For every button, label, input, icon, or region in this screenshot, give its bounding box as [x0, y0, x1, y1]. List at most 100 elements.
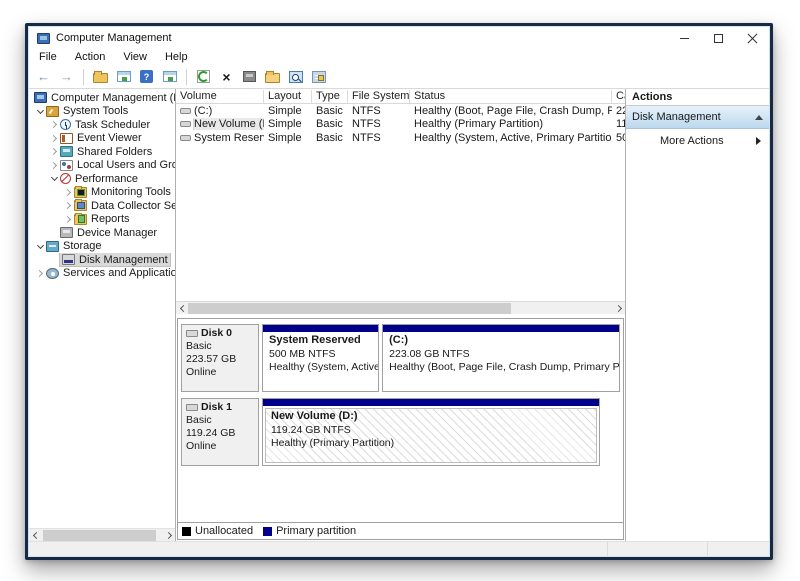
search-icon[interactable] — [287, 68, 304, 85]
tree-item-label: Performance — [75, 173, 138, 185]
partition-system-reserved[interactable]: System Reserved 500 MB NTFS Healthy (Sys… — [262, 324, 379, 392]
tree-item-label: Shared Folders — [77, 146, 152, 158]
title-bar[interactable]: Computer Management — [29, 27, 769, 49]
status-cell — [29, 542, 607, 556]
volume-status: Healthy (System, Active, Primary Partiti… — [410, 132, 612, 144]
tree-item-task-scheduler[interactable]: Task Scheduler — [29, 118, 175, 132]
legend-label: Unallocated — [195, 525, 253, 537]
tree-item-disk-management[interactable]: Disk Management — [29, 253, 175, 267]
volume-name: New Volume (D:) — [194, 118, 264, 130]
forward-icon[interactable]: → — [58, 68, 75, 85]
chevron-right-icon[interactable] — [62, 217, 74, 222]
local-users-groups-icon — [60, 160, 73, 171]
tree-item-device-manager[interactable]: Device Manager — [29, 226, 175, 240]
reports-folder-icon — [74, 214, 87, 225]
tree-item-data-collector-sets[interactable]: Data Collector Sets — [29, 199, 175, 213]
up-folder-icon[interactable] — [92, 68, 109, 85]
tree-item-computer-management[interactable]: Computer Management (Local — [29, 91, 175, 105]
chevron-down-icon[interactable] — [34, 108, 46, 115]
tree-item-storage[interactable]: Storage — [29, 240, 175, 254]
help-icon[interactable]: ? — [138, 68, 155, 85]
scroll-left-arrow[interactable] — [29, 529, 41, 542]
scroll-left-arrow[interactable] — [176, 302, 188, 315]
export-list-icon[interactable] — [310, 68, 327, 85]
column-header-layout[interactable]: Layout — [264, 90, 312, 103]
volume-layout: Simple — [264, 118, 312, 130]
scroll-right-arrow[interactable] — [613, 302, 625, 315]
toolbar-separator — [186, 69, 187, 85]
scroll-right-arrow[interactable] — [163, 529, 175, 542]
disk-0-row: Disk 0 Basic 223.57 GB Online System Res… — [181, 324, 620, 392]
back-icon[interactable]: ← — [35, 68, 52, 85]
disk-1-info[interactable]: Disk 1 Basic 119.24 GB Online — [181, 398, 259, 466]
minimize-button[interactable] — [667, 27, 701, 49]
disk-management-pane: Volume Layout Type File System Status Ca… — [176, 89, 626, 541]
app-icon — [37, 33, 50, 44]
volume-status: Healthy (Primary Partition) — [410, 118, 612, 130]
tree-item-label: Data Collector Sets — [91, 200, 175, 212]
chevron-right-icon[interactable] — [48, 122, 60, 127]
actions-disk-management-group[interactable]: Disk Management — [626, 106, 769, 129]
column-header-status[interactable]: Status — [410, 90, 612, 103]
volume-file-system: NTFS — [348, 105, 410, 117]
column-header-volume[interactable]: Volume — [176, 90, 264, 103]
tree-item-system-tools[interactable]: System Tools — [29, 105, 175, 119]
drive-icon — [180, 108, 191, 114]
tree-item-performance[interactable]: Performance — [29, 172, 175, 186]
column-header-capacity[interactable]: Ca — [612, 90, 625, 103]
chevron-right-icon[interactable] — [48, 136, 60, 141]
chevron-down-icon[interactable] — [34, 243, 46, 250]
tree-item-label: Reports — [91, 213, 130, 225]
volume-list-horizontal-scrollbar[interactable] — [176, 301, 625, 314]
tree-item-local-users-and-groups[interactable]: Local Users and Groups — [29, 159, 175, 173]
menu-help[interactable]: Help — [165, 51, 188, 63]
menu-file[interactable]: File — [39, 51, 57, 63]
disk-0-info[interactable]: Disk 0 Basic 223.57 GB Online — [181, 324, 259, 392]
volume-row-system-reserved[interactable]: System Reserved Simple Basic NTFS Health… — [176, 131, 625, 145]
volume-row-c[interactable]: (C:) Simple Basic NTFS Healthy (Boot, Pa… — [176, 104, 625, 118]
maximize-button[interactable] — [701, 27, 735, 49]
tree-horizontal-scrollbar[interactable] — [29, 528, 175, 541]
menu-view[interactable]: View — [123, 51, 147, 63]
open-folder-icon[interactable] — [264, 68, 281, 85]
scrollbar-thumb[interactable] — [43, 530, 155, 541]
delete-icon[interactable]: × — [218, 68, 235, 85]
chevron-right-icon[interactable] — [34, 271, 46, 276]
partition-c[interactable]: (C:) 223.08 GB NTFS Healthy (Boot, Page … — [382, 324, 620, 392]
tree-item-services-and-applications[interactable]: Services and Applications — [29, 267, 175, 281]
volume-list: Volume Layout Type File System Status Ca… — [176, 89, 625, 301]
column-header-file-system[interactable]: File System — [348, 90, 410, 103]
more-actions-item[interactable]: More Actions — [626, 129, 769, 152]
tree-item-event-viewer[interactable]: Event Viewer — [29, 132, 175, 146]
volume-row-d[interactable]: New Volume (D:) Simple Basic NTFS Health… — [176, 118, 625, 132]
tree-item-monitoring-tools[interactable]: Monitoring Tools — [29, 186, 175, 200]
console-window-icon[interactable] — [161, 68, 178, 85]
chevron-down-icon[interactable] — [48, 175, 60, 182]
chevron-right-icon[interactable] — [62, 190, 74, 195]
computer-icon — [34, 92, 47, 103]
scrollbar-thumb[interactable] — [188, 303, 511, 314]
disk-0-partitions: System Reserved 500 MB NTFS Healthy (Sys… — [262, 324, 620, 392]
tree-item-reports[interactable]: Reports — [29, 213, 175, 227]
scrollbar-track[interactable] — [188, 302, 613, 315]
partition-d[interactable]: New Volume (D:) 119.24 GB NTFS Healthy (… — [262, 398, 600, 466]
chevron-right-icon[interactable] — [48, 163, 60, 168]
toolbar-separator — [83, 69, 84, 85]
chevron-right-icon[interactable] — [48, 149, 60, 154]
disk-state: Online — [186, 440, 254, 453]
close-button[interactable] — [735, 27, 769, 49]
console-window-icon[interactable] — [115, 68, 132, 85]
legend-label: Primary partition — [276, 525, 356, 537]
column-header-type[interactable]: Type — [312, 90, 348, 103]
chevron-right-icon[interactable] — [62, 203, 74, 208]
disk-list: Disk 0 Basic 223.57 GB Online System Res… — [178, 319, 623, 522]
refresh-icon[interactable] — [195, 68, 212, 85]
scrollbar-track[interactable] — [41, 529, 163, 542]
tree-item-shared-folders[interactable]: Shared Folders — [29, 145, 175, 159]
menu-action[interactable]: Action — [75, 51, 106, 63]
properties-icon[interactable] — [241, 68, 258, 85]
collapse-arrow-icon[interactable] — [755, 115, 763, 120]
partition-status: Healthy (System, Active, Prir — [269, 361, 372, 375]
tree-item-label: Computer Management (Local — [51, 92, 175, 104]
services-applications-icon — [46, 268, 59, 279]
